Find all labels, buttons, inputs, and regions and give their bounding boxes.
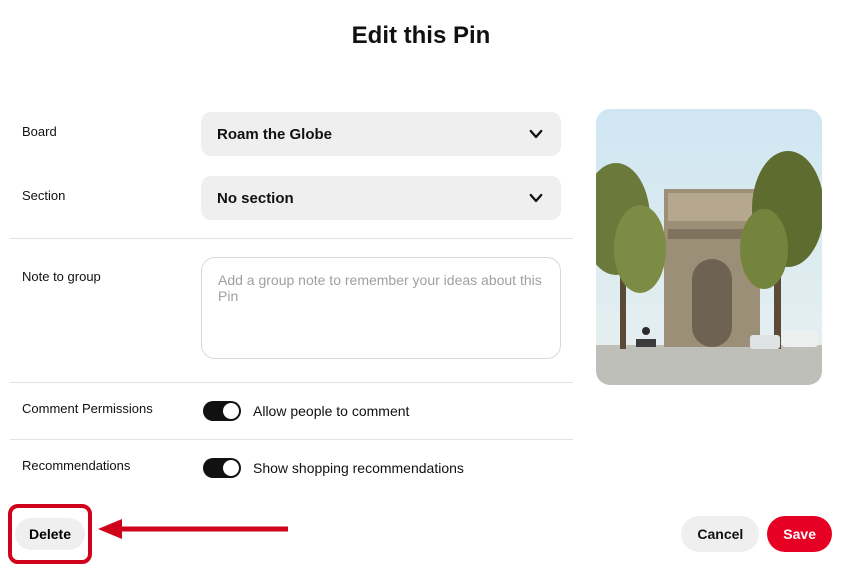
delete-button[interactable]: Delete bbox=[15, 518, 85, 550]
delete-highlight: Delete bbox=[8, 504, 92, 564]
chevron-down-icon bbox=[527, 189, 545, 207]
note-label: Note to group bbox=[22, 257, 201, 284]
board-label: Board bbox=[22, 112, 201, 139]
note-input[interactable] bbox=[201, 257, 561, 359]
recommendations-toggle-label: Show shopping recommendations bbox=[253, 460, 464, 476]
comments-toggle[interactable] bbox=[203, 401, 241, 421]
chevron-down-icon bbox=[527, 125, 545, 143]
recommendations-row: Recommendations Show shopping recommenda… bbox=[10, 448, 573, 488]
board-dropdown[interactable]: Roam the Globe bbox=[201, 112, 561, 156]
footer-buttons: Cancel Save bbox=[681, 516, 832, 552]
recommendations-toggle[interactable] bbox=[203, 458, 241, 478]
section-value: No section bbox=[217, 190, 294, 207]
board-row: Board Roam the Globe bbox=[10, 102, 573, 166]
board-value: Roam the Globe bbox=[217, 126, 332, 143]
divider bbox=[10, 439, 573, 440]
page-title: Edit this Pin bbox=[0, 22, 842, 50]
section-dropdown[interactable]: No section bbox=[201, 176, 561, 220]
note-row: Note to group bbox=[10, 247, 573, 374]
comments-row: Comment Permissions Allow people to comm… bbox=[10, 391, 573, 431]
divider bbox=[10, 382, 573, 383]
cancel-button[interactable]: Cancel bbox=[681, 516, 759, 552]
edit-form: Board Roam the Globe Section No section … bbox=[10, 102, 573, 488]
toggle-knob bbox=[223, 460, 239, 476]
comments-toggle-label: Allow people to comment bbox=[253, 403, 409, 419]
section-row: Section No section bbox=[10, 166, 573, 230]
annotation-arrow bbox=[98, 518, 288, 540]
toggle-knob bbox=[223, 403, 239, 419]
footer: Delete Cancel Save bbox=[0, 504, 842, 564]
divider bbox=[10, 238, 573, 239]
comments-label: Comment Permissions bbox=[22, 401, 203, 416]
pin-preview-image bbox=[596, 109, 822, 385]
save-button[interactable]: Save bbox=[767, 516, 832, 552]
recommendations-label: Recommendations bbox=[22, 458, 203, 473]
section-label: Section bbox=[22, 176, 201, 203]
